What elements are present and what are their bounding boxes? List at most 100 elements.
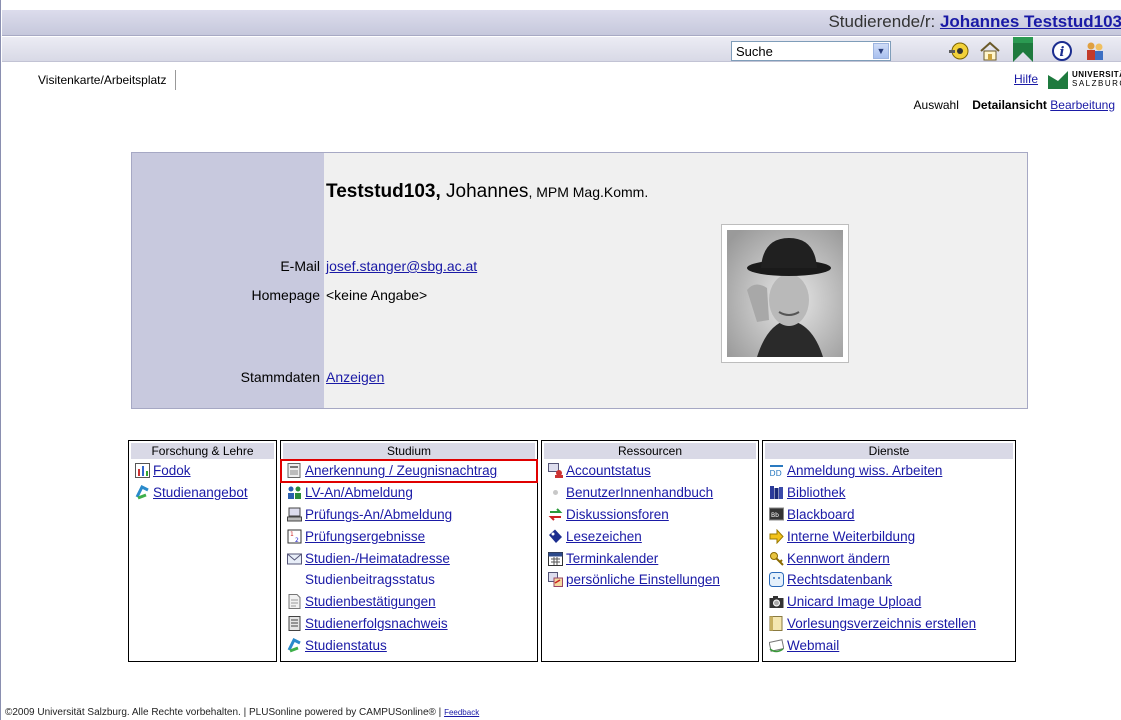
- menu-item-webmail[interactable]: Webmail: [763, 634, 1015, 656]
- report-icon: [286, 615, 302, 631]
- menu-item-studienbeitragsstatus[interactable]: Studienbeitragsstatus: [281, 569, 537, 591]
- menu-item-bibliothek[interactable]: Bibliothek: [763, 482, 1015, 504]
- search-select-value: Suche: [736, 44, 773, 59]
- menu-item-pruefungs-anmeldung[interactable]: Prüfungs-An/Abmeldung: [281, 504, 537, 526]
- menu-item-label[interactable]: Interne Weiterbildung: [787, 529, 915, 544]
- exchange-arrows-icon: [547, 506, 563, 522]
- menu-item-label[interactable]: Studien-/Heimatadresse: [305, 551, 450, 566]
- menu-item-einstellungen[interactable]: persönliche Einstellungen: [542, 569, 758, 591]
- menu-item-lesezeichen[interactable]: Lesezeichen: [542, 525, 758, 547]
- document-icon: [286, 594, 302, 610]
- tab-visitenkarte[interactable]: Visitenkarte/Arbeitsplatz: [30, 70, 176, 90]
- menu-item-label[interactable]: Unicard Image Upload: [787, 594, 921, 609]
- svg-text:2: 2: [295, 537, 299, 544]
- menu-item-label[interactable]: Anmeldung wiss. Arbeiten: [787, 463, 942, 478]
- menu-item-label[interactable]: Vorlesungsverzeichnis erstellen: [787, 616, 976, 631]
- menu-item-pruefungsergebnisse[interactable]: 12 Prüfungsergebnisse: [281, 525, 537, 547]
- refresh-arrows-icon: [134, 485, 150, 501]
- user-name-link[interactable]: Johannes Teststud103: [940, 12, 1121, 31]
- menu-item-accountstatus[interactable]: Accountstatus: [542, 460, 758, 482]
- menu-item-studienerfolgsnachweis[interactable]: Studienerfolgsnachweis: [281, 613, 537, 635]
- camera-icon: [768, 594, 784, 610]
- chevron-down-icon[interactable]: ▼: [873, 43, 889, 59]
- menu-item-label[interactable]: Rechtsdatenbank: [787, 572, 892, 587]
- menu-item-kennwort[interactable]: Kennwort ändern: [763, 547, 1015, 569]
- menu-item-terminkalender[interactable]: Terminkalender: [542, 547, 758, 569]
- menu-item-label[interactable]: Blackboard: [787, 507, 855, 522]
- menu-item-blackboard[interactable]: Bb Blackboard: [763, 504, 1015, 526]
- menu-item-fodok[interactable]: Fodok: [129, 460, 276, 482]
- menu-item-weiterbildung[interactable]: Interne Weiterbildung: [763, 525, 1015, 547]
- page-frame: Studierende/r: Johannes Teststud103 Such…: [0, 0, 1121, 720]
- menu-item-anerkennung[interactable]: Anerkennung / Zeugnisnachtrag: [280, 459, 538, 483]
- account-icon: [547, 463, 563, 479]
- menu-item-label[interactable]: Prüfungsergebnisse: [305, 529, 425, 544]
- menu-studium-title: Studium: [283, 443, 535, 459]
- menu-item-label[interactable]: Diskussionsforen: [566, 507, 669, 522]
- tab-strip: Visitenkarte/Arbeitsplatz Hilfe UNIVERSI…: [2, 63, 1121, 93]
- menu-item-label[interactable]: Studienerfolgsnachweis: [305, 616, 448, 631]
- menu-item-label[interactable]: Lesezeichen: [566, 529, 642, 544]
- menu-item-studienbestaetigungen[interactable]: Studienbestätigungen: [281, 591, 537, 613]
- search-select[interactable]: Suche ▼: [731, 41, 891, 61]
- menu-item-label[interactable]: Studienbestätigungen: [305, 594, 436, 609]
- menu-item-label[interactable]: Prüfungs-An/Abmeldung: [305, 507, 452, 522]
- user-prefix: Studierende/r:: [828, 12, 936, 31]
- menu-item-label[interactable]: Bibliothek: [787, 485, 846, 500]
- university-logo: UNIVERSITÄT SALZBURG: [1048, 68, 1121, 92]
- menu-item-studienangebot[interactable]: Studienangebot: [129, 482, 276, 504]
- menu-dienste: Dienste DD Anmeldung wiss. Arbeiten Bibl…: [762, 440, 1016, 662]
- menu-item-label[interactable]: Studienbeitragsstatus: [305, 572, 435, 587]
- person-name: Teststud103, Johannes, MPM Mag.Komm.: [326, 181, 649, 202]
- menu-item-label[interactable]: Terminkalender: [566, 551, 658, 566]
- menu-item-studienadresse[interactable]: Studien-/Heimatadresse: [281, 547, 537, 569]
- viewmode-detailansicht: Detailansicht: [972, 98, 1047, 112]
- menu-item-handbuch[interactable]: BenutzerInnenhandbuch: [542, 482, 758, 504]
- menu-item-label[interactable]: Studienstatus: [305, 638, 387, 653]
- logo-flag-icon: [1048, 71, 1068, 89]
- book-icon: [768, 615, 784, 631]
- menu-ressourcen: Ressourcen Accountstatus BenutzerInnenha…: [541, 440, 759, 662]
- viewmode-auswahl[interactable]: Auswahl: [914, 98, 959, 112]
- menu-item-label[interactable]: Studienangebot: [153, 485, 248, 500]
- feedback-link[interactable]: Feedback: [444, 708, 479, 717]
- menu-item-lv-anmeldung[interactable]: LV-An/Abmeldung: [281, 482, 537, 504]
- toolbar: Suche ▼ i: [2, 37, 1121, 62]
- envelope-icon: [286, 550, 302, 566]
- svg-text:1: 1: [290, 531, 294, 538]
- computer-icon: [286, 506, 302, 522]
- menu-item-label[interactable]: Fodok: [153, 463, 191, 478]
- menu-item-rechtsdatenbank[interactable]: Rechtsdatenbank: [763, 569, 1015, 591]
- menu-item-anmeldung-arbeiten[interactable]: DD Anmeldung wiss. Arbeiten: [763, 460, 1015, 482]
- books-icon: [768, 485, 784, 501]
- home-icon[interactable]: [979, 40, 1001, 62]
- menu-item-studienstatus[interactable]: Studienstatus: [281, 634, 537, 656]
- info-icon[interactable]: i: [1051, 40, 1073, 62]
- menu-item-label[interactable]: LV-An/Abmeldung: [305, 485, 413, 500]
- people-icon[interactable]: [1084, 40, 1106, 62]
- portrait-image: [727, 230, 843, 357]
- key-icon: [768, 550, 784, 566]
- key-icon[interactable]: [948, 40, 970, 62]
- chart-icon: [134, 463, 150, 479]
- menu-item-label[interactable]: Kennwort ändern: [787, 551, 890, 566]
- stammdaten-link[interactable]: Anzeigen: [326, 369, 384, 385]
- user-label: Studierende/r: Johannes Teststud103: [828, 12, 1121, 32]
- business-card: Teststud103, Johannes, MPM Mag.Komm. E-M…: [131, 152, 1028, 409]
- menu-item-label[interactable]: persönliche Einstellungen: [566, 572, 720, 587]
- help-link[interactable]: Hilfe: [1014, 72, 1038, 86]
- menu-item-label[interactable]: Webmail: [787, 638, 839, 653]
- grades-icon: 12: [286, 528, 302, 544]
- menu-item-label[interactable]: Accountstatus: [566, 463, 651, 478]
- menu-item-label[interactable]: BenutzerInnenhandbuch: [566, 485, 713, 500]
- menu-item-diskussionsforen[interactable]: Diskussionsforen: [542, 504, 758, 526]
- email-link[interactable]: josef.stanger@sbg.ac.at: [326, 258, 477, 274]
- stammdaten-label: Stammdaten: [240, 369, 320, 385]
- menu-item-unicard[interactable]: Unicard Image Upload: [763, 591, 1015, 613]
- viewmode-bearbeitung[interactable]: Bearbeitung: [1050, 98, 1115, 112]
- footer: ©2009 Universität Salzburg. Alle Rechte …: [5, 707, 479, 718]
- menu-item-label[interactable]: Anerkennung / Zeugnisnachtrag: [305, 463, 497, 478]
- bookmark-flag-icon[interactable]: [1011, 37, 1035, 62]
- menu-forschung-lehre: Forschung & Lehre Fodok Studienangebot: [128, 440, 277, 662]
- menu-item-vorlesungsverzeichnis[interactable]: Vorlesungsverzeichnis erstellen: [763, 613, 1015, 635]
